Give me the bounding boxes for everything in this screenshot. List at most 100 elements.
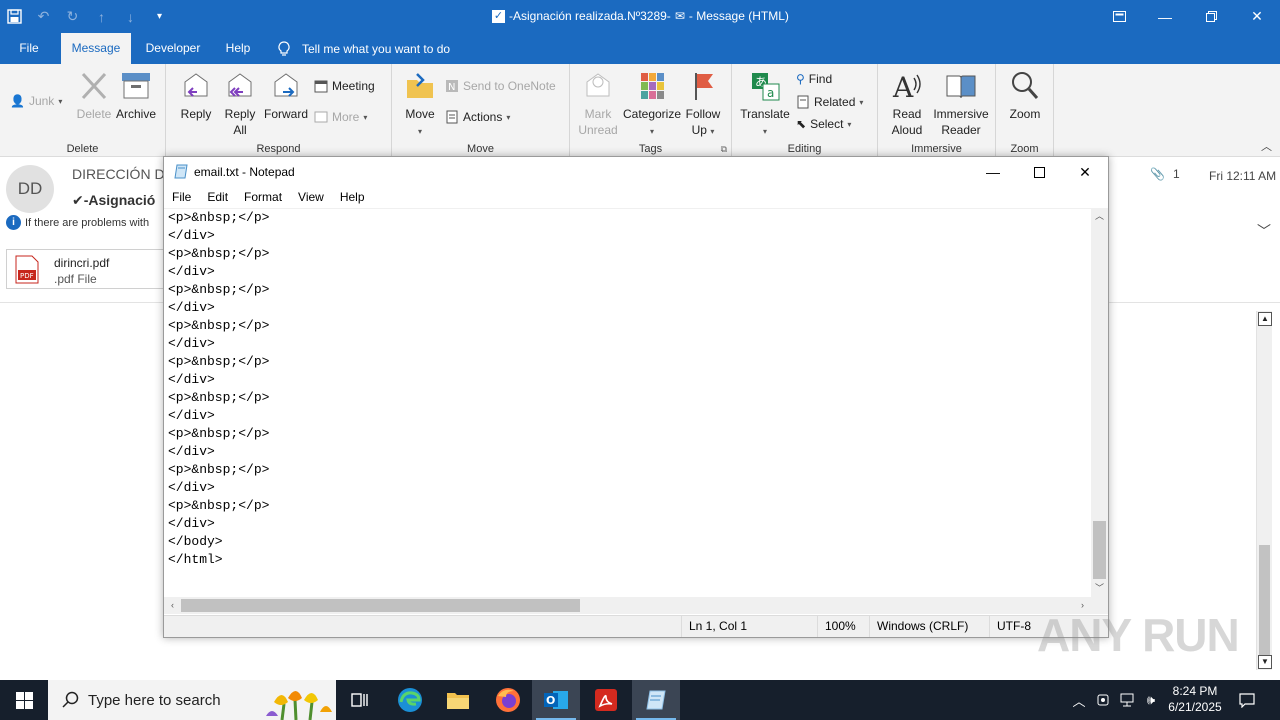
translate-button[interactable]: あa Translate ▾ (740, 70, 790, 140)
text-line: </body> (168, 534, 223, 549)
taskbar-edge[interactable] (386, 680, 434, 720)
select-button[interactable]: ⬉ Select ▾ (796, 117, 851, 131)
find-button[interactable]: ⚲ Find (796, 72, 832, 86)
notepad-text-area[interactable]: <p>&nbsp;</p> </div> <p>&nbsp;</p> </div> <p… (164, 208, 1091, 596)
tab-help[interactable]: Help (218, 33, 258, 64)
archive-button[interactable]: Archive (114, 70, 158, 122)
menu-edit[interactable]: Edit (199, 187, 236, 207)
more-button[interactable]: More ▾ (314, 110, 367, 124)
send-to-onenote-button[interactable]: N Send to OneNote (445, 79, 556, 93)
scrollbar-thumb[interactable] (1093, 521, 1106, 579)
sender-name[interactable]: DIRECCIÓN D (72, 166, 165, 182)
start-button[interactable] (0, 680, 48, 720)
message-date: Fri 12:11 AM (1209, 169, 1277, 183)
tab-developer[interactable]: Developer (140, 33, 206, 64)
previous-item-icon[interactable]: ↑ (87, 0, 116, 33)
scroll-down-icon[interactable]: ▼ (1258, 655, 1272, 669)
menu-file[interactable]: File (164, 187, 199, 207)
message-vertical-scrollbar[interactable]: ▲ ▼ (1256, 311, 1272, 670)
attachment-card[interactable]: PDF dirincri.pdf .pdf File (6, 249, 166, 289)
categorize-button[interactable]: Categorize ▾ (622, 70, 682, 140)
junk-button[interactable]: 👤 Junk ▾ (10, 94, 62, 108)
tab-message[interactable]: Message (61, 33, 131, 64)
notepad-title-bar[interactable]: email.txt - Notepad — ✕ (164, 157, 1108, 187)
tell-me-box[interactable]: Tell me what you want to do (278, 33, 450, 64)
zoom-button[interactable]: Zoom (1004, 70, 1046, 122)
status-line-ending: Windows (CRLF) (869, 616, 989, 637)
close-button[interactable]: ✕ (1234, 0, 1280, 33)
attachment-type: .pdf File (54, 272, 97, 286)
group-move: Move ▾ N Send to OneNote Actions ▾ Move (392, 64, 570, 157)
group-label-zoom: Zoom (1010, 143, 1039, 155)
menu-view[interactable]: View (290, 187, 332, 207)
follow-up-button[interactable]: Follow Up ▾ (682, 70, 724, 140)
scroll-left-icon[interactable]: ‹ (164, 597, 181, 614)
reply-button[interactable]: Reply (176, 70, 216, 122)
task-view-button[interactable] (336, 680, 384, 720)
svg-text:N: N (448, 82, 455, 93)
redo-icon[interactable]: ↻ (58, 0, 87, 33)
avatar[interactable]: DD (6, 165, 54, 213)
taskbar-file-explorer[interactable] (434, 680, 482, 720)
collapse-ribbon-icon[interactable]: ︿ (1261, 138, 1272, 154)
meeting-button[interactable]: Meeting (314, 79, 375, 93)
group-label-respond: Respond (256, 143, 301, 155)
chevron-down-icon: ▾ (649, 127, 654, 136)
notification-center-icon[interactable] (1236, 680, 1258, 720)
restore-button[interactable] (1188, 0, 1234, 33)
menu-format[interactable]: Format (236, 187, 290, 207)
dialog-launcher-icon[interactable]: ⧉ (721, 144, 727, 155)
notepad-vertical-scrollbar[interactable]: ︿ ﹀ (1091, 208, 1108, 597)
actions-button[interactable]: Actions ▾ (445, 110, 510, 124)
minimize-button[interactable]: — (1142, 0, 1188, 33)
notepad-minimize-button[interactable]: — (970, 157, 1016, 187)
meeting-label: Meeting (332, 79, 375, 93)
related-button[interactable]: Related ▾ (796, 95, 863, 109)
scrollbar-thumb[interactable] (181, 599, 580, 612)
scroll-up-icon[interactable]: ▲ (1258, 312, 1272, 326)
immersive-reader-button[interactable]: Immersive Reader (930, 70, 992, 138)
clock-time: 8:24 PM (1172, 684, 1218, 698)
read-aloud-button[interactable]: A Read Aloud (886, 70, 928, 138)
undo-icon[interactable]: ↶ (29, 0, 58, 33)
next-item-icon[interactable]: ↓ (116, 0, 145, 33)
mark-unread-button[interactable]: Mark Unread (578, 70, 618, 138)
menu-help[interactable]: Help (332, 187, 373, 207)
network-icon[interactable] (1116, 680, 1138, 720)
forward-button[interactable]: Forward (262, 70, 310, 122)
text-line: </div> (168, 336, 215, 351)
taskbar-outlook[interactable]: O (532, 680, 580, 720)
move-button[interactable]: Move ▾ (402, 70, 438, 140)
expand-header-chevron-icon[interactable]: ﹀ (1257, 221, 1271, 241)
notepad-close-button[interactable]: ✕ (1062, 157, 1108, 187)
ribbon-display-options-icon[interactable] (1096, 0, 1142, 33)
scrollbar-thumb[interactable] (1259, 545, 1270, 655)
onenote-icon: N (446, 80, 458, 93)
taskbar-clock[interactable]: 8:24 PM 6/21/2025 (1158, 683, 1232, 715)
notepad-maximize-button[interactable] (1016, 157, 1062, 187)
customize-qat-icon[interactable]: ▾ (145, 0, 174, 33)
taskbar-acrobat[interactable] (582, 680, 630, 720)
info-bar[interactable]: i If there are problems with (6, 215, 149, 230)
chevron-down-icon: ▾ (417, 127, 422, 136)
notepad-status-bar: Ln 1, Col 1 100% Windows (CRLF) UTF-8 (164, 615, 1108, 637)
group-label-tags: Tags (638, 143, 663, 155)
scroll-up-icon[interactable]: ︿ (1091, 208, 1108, 225)
show-hidden-icons-button[interactable]: ︿ (1068, 680, 1090, 720)
taskbar-notepad[interactable] (632, 680, 680, 720)
attachment-count[interactable]: 📎 1 (1150, 167, 1180, 181)
folder-move-icon (407, 73, 433, 98)
tab-file[interactable]: File (10, 33, 48, 64)
window-title-suffix: - Message (HTML) (688, 9, 789, 23)
text-line: <p>&nbsp;</p> (168, 498, 270, 513)
send-to-onenote-label: Send to OneNote (463, 79, 556, 93)
junk-label: Junk (28, 94, 55, 108)
reply-all-button[interactable]: Reply All (220, 70, 260, 138)
save-icon[interactable] (0, 0, 29, 33)
notepad-horizontal-scrollbar[interactable]: ‹ › (164, 597, 1091, 614)
network-drive-icon[interactable] (1092, 680, 1114, 720)
taskbar-firefox[interactable] (484, 680, 532, 720)
scroll-down-icon[interactable]: ﹀ (1091, 580, 1108, 597)
taskbar-search-box[interactable]: Type here to search (48, 680, 336, 720)
delete-button[interactable]: Delete (74, 70, 114, 122)
